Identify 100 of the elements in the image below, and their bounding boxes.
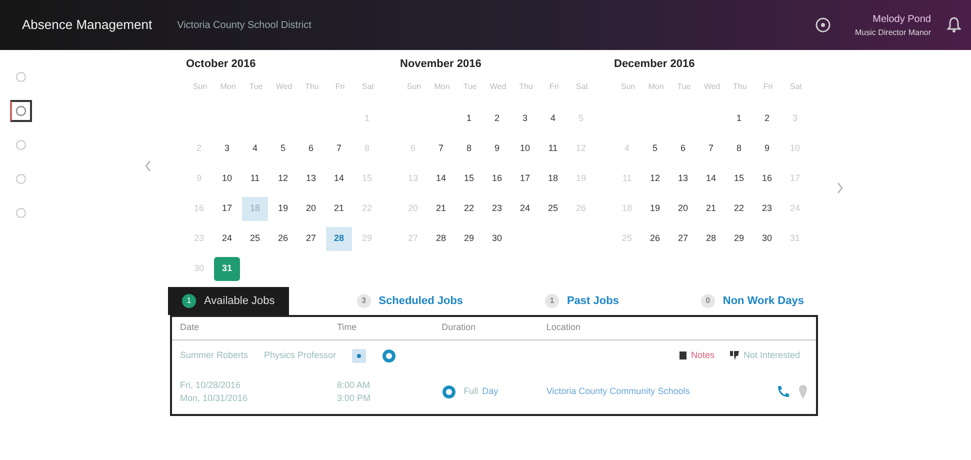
job-tab[interactable]: 3 Scheduled Jobs [342, 286, 478, 315]
calendar-day[interactable]: 21 [326, 196, 352, 220]
tab-count: 1 [544, 294, 559, 308]
calendar-day[interactable]: 27 [670, 226, 696, 250]
calendar-day[interactable]: 7 [428, 136, 454, 160]
circle-icon [15, 139, 27, 151]
column-header: Duration [442, 321, 477, 334]
calendar-day[interactable]: 3 [512, 106, 538, 130]
calendar-day[interactable]: 7 [698, 136, 724, 160]
calendar-day[interactable]: 29 [726, 226, 752, 250]
calendar-day[interactable]: 18 [540, 166, 566, 190]
calendar-day[interactable]: 2 [484, 106, 510, 130]
bell-icon[interactable] [947, 17, 961, 33]
calendar-day[interactable]: 21 [428, 196, 454, 220]
calendar-day[interactable]: 7 [326, 136, 352, 160]
calendar-day[interactable]: 28 [698, 226, 724, 250]
calendar-day[interactable]: 14 [326, 166, 352, 190]
calendar-day[interactable]: 4 [242, 136, 268, 160]
calendar-day[interactable]: 11 [540, 136, 566, 160]
job-tab[interactable]: 1 Available Jobs [168, 286, 289, 315]
calendar-day[interactable]: 19 [270, 196, 296, 220]
employee-name: Summer Roberts [180, 348, 248, 362]
calendar-day[interactable]: 23 [484, 196, 510, 220]
calendar-day[interactable]: 12 [642, 166, 668, 190]
calendar-day[interactable]: 16 [484, 166, 510, 190]
weekday-label: Tue [462, 80, 478, 92]
calendar-day[interactable]: 14 [698, 166, 724, 190]
tab-count: 3 [356, 294, 371, 308]
calendar-day[interactable]: 27 [298, 226, 324, 250]
weekday-label: Sat [788, 80, 803, 92]
district-dropdown[interactable]: Victoria County School District [176, 16, 312, 34]
weekday-label: Sat [360, 80, 375, 92]
calendar-day[interactable]: 17 [512, 166, 538, 190]
calendar-day[interactable]: 15 [456, 166, 482, 190]
calendar-day[interactable]: 8 [726, 136, 752, 160]
calendar-day[interactable]: 24 [512, 196, 538, 220]
job-tab[interactable]: 0 Non Work Days [686, 286, 818, 315]
calendar-day[interactable]: 28 [428, 226, 454, 250]
weekday-label: Mon [433, 80, 451, 92]
calendar-day[interactable]: 4 [540, 106, 566, 130]
job-tab[interactable]: 1 Past Jobs [530, 286, 633, 315]
calendar-day[interactable]: 23 [754, 196, 780, 220]
calendar-day[interactable]: 13 [670, 166, 696, 190]
app-title: Absence Management [22, 16, 152, 34]
calendar-day[interactable]: 10 [214, 166, 240, 190]
calendar-day[interactable]: 9 [754, 136, 780, 160]
calendar-day[interactable]: 26 [270, 226, 296, 250]
calendar-day[interactable]: 22 [726, 196, 752, 220]
calendar-day[interactable]: 2 [754, 106, 780, 130]
calendar-day[interactable]: 6 [298, 136, 324, 160]
weekday-label: Tue [248, 80, 264, 92]
calendar-day[interactable]: 3 [214, 136, 240, 160]
calendar-day[interactable]: 22 [456, 196, 482, 220]
calendar-day[interactable]: 10 [512, 136, 538, 160]
duration-text: Full [464, 385, 478, 398]
sidebar-item[interactable] [10, 100, 32, 122]
column-header: Location [546, 321, 582, 334]
weekday-label: Sun [620, 80, 636, 92]
weekday-label: Fri [548, 80, 560, 92]
calendar-day[interactable]: 17 [214, 196, 240, 220]
calendar-day[interactable]: 12 [270, 166, 296, 190]
weekday-label: Sun [406, 80, 422, 92]
calendar-day[interactable]: 5 [642, 136, 668, 160]
month-title: November 2016 [400, 57, 482, 72]
month-title: October 2016 [186, 57, 257, 72]
calendar-day[interactable]: 30 [754, 226, 780, 250]
phone-icon[interactable] [776, 385, 790, 399]
calendar-day[interactable]: 15 [726, 166, 752, 190]
calendar-day[interactable]: 9 [484, 136, 510, 160]
tab-count: 0 [700, 294, 715, 308]
calendar-day[interactable]: 28 [326, 226, 352, 250]
calendar-day[interactable]: 1 [456, 106, 482, 130]
tab-count: 1 [182, 294, 196, 308]
weekday-label: Thu [732, 80, 748, 92]
job-date: Fri, 10/28/2016 [180, 378, 242, 392]
weekday-label: Mon [647, 80, 665, 92]
calendar-day[interactable]: 29 [456, 226, 482, 250]
calendar-day[interactable]: 13 [298, 166, 324, 190]
column-header: Time [337, 321, 358, 334]
calendar-day[interactable]: 5 [270, 136, 296, 160]
calendar-day[interactable]: 16 [754, 166, 780, 190]
calendar-day[interactable]: 19 [642, 196, 668, 220]
calendar-day[interactable]: 21 [698, 196, 724, 220]
user-name[interactable]: Melody Pond [854, 12, 931, 26]
calendar-day[interactable]: 26 [642, 226, 668, 250]
note-icon [678, 351, 687, 360]
calendar-day[interactable]: 25 [540, 196, 566, 220]
calendar-day[interactable]: 24 [214, 226, 240, 250]
calendar-day[interactable]: 11 [242, 166, 268, 190]
weekday-label: Mon [219, 80, 237, 92]
thumbs-down-icon [730, 351, 740, 360]
calendar-day[interactable]: 1 [726, 106, 752, 130]
calendar-day[interactable]: 30 [484, 226, 510, 250]
calendar-day[interactable]: 20 [670, 196, 696, 220]
calendar-day[interactable]: 6 [670, 136, 696, 160]
calendar-day[interactable]: 14 [428, 166, 454, 190]
calendar-day[interactable]: 8 [456, 136, 482, 160]
weekday-label: Fri [762, 80, 774, 92]
calendar-day[interactable]: 20 [298, 196, 324, 220]
calendar-day[interactable]: 25 [242, 226, 268, 250]
